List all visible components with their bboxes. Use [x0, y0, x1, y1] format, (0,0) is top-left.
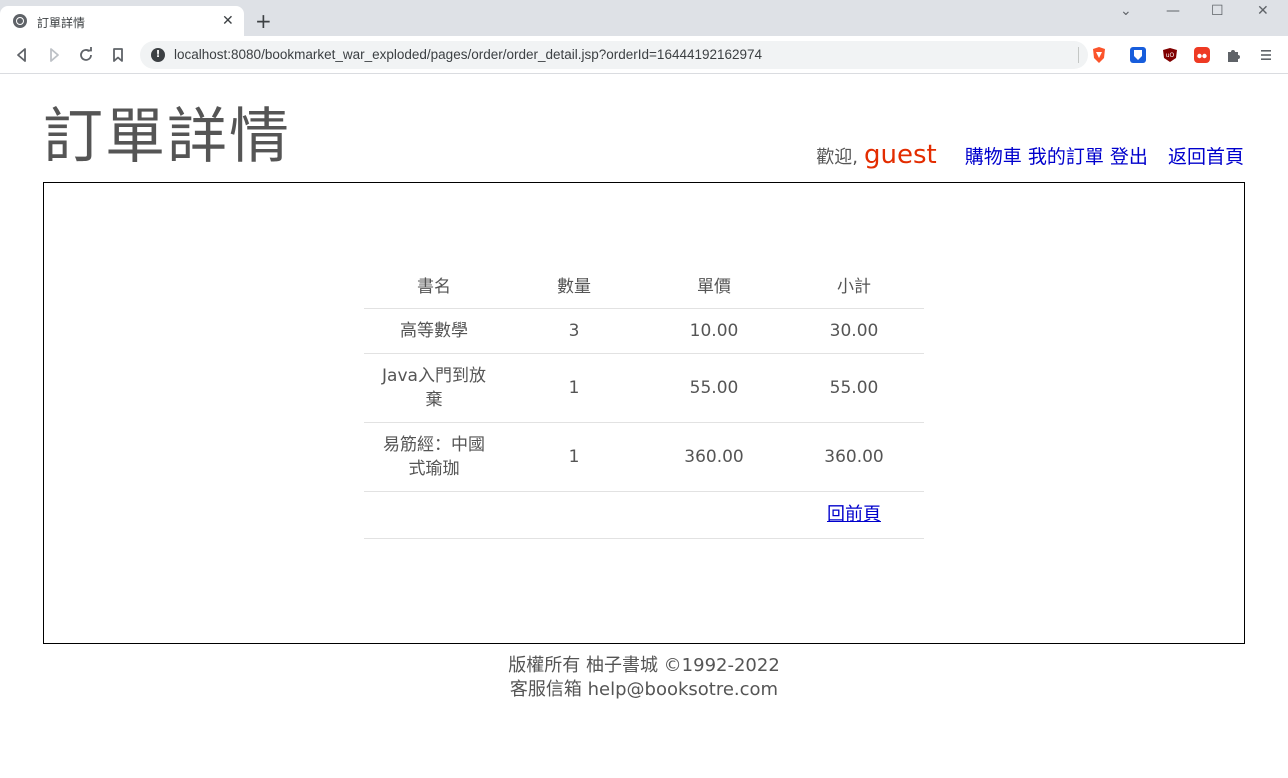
bitwarden-icon[interactable]: [1130, 47, 1146, 63]
order-detail-panel: 書名 數量 單價 小計 高等數學 3 10.00 30.00 Java入門到放棄…: [43, 182, 1245, 644]
table-row: Java入門到放棄 1 55.00 55.00: [364, 353, 924, 423]
brave-shield-icon[interactable]: [1090, 46, 1108, 64]
tab-close-icon[interactable]: ✕: [222, 12, 234, 30]
browser-tab[interactable]: 訂單詳情 ✕: [0, 6, 244, 36]
username: guest: [864, 140, 937, 170]
support-email-text: 客服信箱 help@booksotre.com: [509, 679, 779, 700]
globe-icon: [13, 14, 27, 28]
column-header-subtotal: 小計: [784, 265, 924, 309]
menu-icon[interactable]: [1258, 47, 1274, 63]
reload-icon[interactable]: [76, 45, 96, 65]
quantity-cell: 3: [504, 308, 644, 354]
close-window-button[interactable]: ✕: [1257, 3, 1269, 19]
price-cell: 360.00: [644, 422, 784, 492]
tab-search-icon[interactable]: ⌄: [1120, 3, 1132, 19]
extensions-puzzle-icon[interactable]: [1226, 47, 1242, 63]
book-name: 易筋經：中國式瑜珈: [383, 434, 485, 479]
subtotal-cell: 55.00: [784, 353, 924, 423]
empty-cell: [644, 491, 784, 539]
table-row: 易筋經：中國式瑜珈 1 360.00 360.00: [364, 422, 924, 492]
price-cell: 55.00: [644, 353, 784, 423]
my-orders-link[interactable]: 我的訂單: [1028, 146, 1104, 168]
column-header-title: 書名: [364, 265, 504, 309]
site-info-icon[interactable]: !: [151, 48, 165, 62]
back-link[interactable]: 回前頁: [827, 504, 881, 525]
logout-link[interactable]: 登出: [1110, 146, 1148, 168]
welcome-text: 歡迎,: [816, 147, 858, 168]
browser-toolbar: ! localhost:8080/bookmarket_war_exploded…: [0, 36, 1288, 74]
book-name-cell: 易筋經：中國式瑜珈: [364, 422, 504, 492]
empty-cell: [504, 491, 644, 539]
back-icon[interactable]: [12, 45, 32, 65]
minimize-button[interactable]: —: [1166, 3, 1180, 19]
book-name: 高等數學: [400, 320, 468, 341]
empty-cell: [364, 491, 504, 539]
book-name-cell: Java入門到放棄: [364, 353, 504, 423]
column-header-quantity: 數量: [504, 265, 644, 309]
ublock-origin-icon[interactable]: uO: [1162, 47, 1178, 63]
omnibox-divider: [1078, 47, 1079, 63]
bookmark-icon[interactable]: [108, 45, 128, 65]
new-tab-button[interactable]: +: [255, 10, 272, 32]
quantity-cell: 1: [504, 422, 644, 492]
subtotal-cell: 360.00: [784, 422, 924, 492]
book-name-cell: 高等數學: [364, 308, 504, 354]
order-table: 書名 數量 單價 小計 高等數學 3 10.00 30.00 Java入門到放棄…: [364, 265, 924, 539]
tab-title: 訂單詳情: [37, 16, 86, 30]
url-text[interactable]: localhost:8080/bookmarket_war_exploded/p…: [174, 47, 762, 62]
forward-icon[interactable]: [44, 45, 64, 65]
copyright-text: 版權所有 柚子書城 ©1992-2022: [508, 655, 780, 676]
cart-link[interactable]: 購物車: [965, 146, 1022, 168]
tab-strip: 訂單詳情 ✕ + ⌄ — ☐ ✕: [0, 0, 1288, 36]
back-row: 回前頁: [364, 491, 924, 539]
extension-red-icon[interactable]: [1194, 47, 1210, 63]
svg-text:uO: uO: [1166, 52, 1175, 59]
price-cell: 10.00: [644, 308, 784, 354]
user-bar: 歡迎, guest 購物車 我的訂單 登出 返回首頁: [816, 140, 1244, 170]
quantity-cell: 1: [504, 353, 644, 423]
back-link-cell: 回前頁: [784, 491, 924, 539]
subtotal-cell: 30.00: [784, 308, 924, 354]
page-title: 訂單詳情: [43, 102, 291, 172]
home-link[interactable]: 返回首頁: [1168, 146, 1244, 168]
column-header-price: 單價: [644, 265, 784, 309]
address-bar[interactable]: ! localhost:8080/bookmarket_war_exploded…: [140, 41, 1088, 69]
table-row: 高等數學 3 10.00 30.00: [364, 308, 924, 354]
footer: 版權所有 柚子書城 ©1992-2022 客服信箱 help@booksotre…: [0, 654, 1288, 702]
book-name: Java入門到放棄: [382, 365, 486, 410]
table-header-row: 書名 數量 單價 小計: [364, 265, 924, 309]
maximize-button[interactable]: ☐: [1211, 3, 1224, 19]
